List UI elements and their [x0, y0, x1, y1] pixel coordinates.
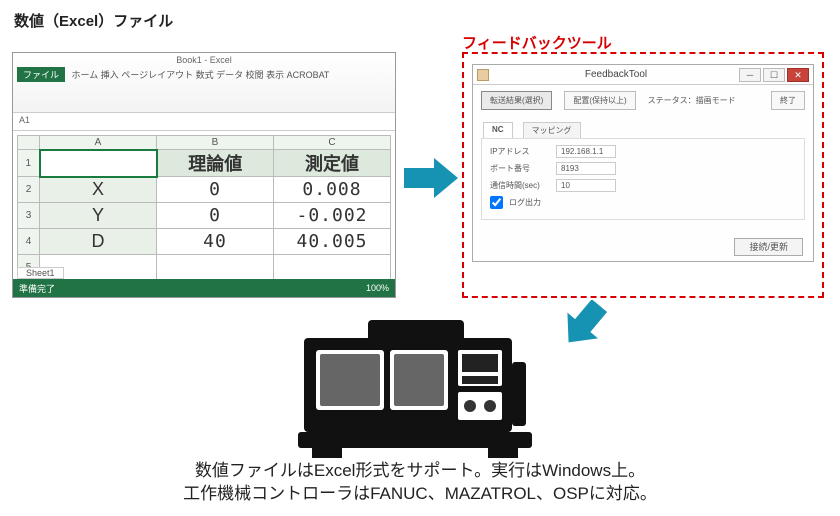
row-head-1[interactable]: 1 — [18, 150, 40, 177]
fb-timeout-label: 通信時間(sec) — [490, 180, 550, 191]
excel-zoom[interactable]: 100% — [366, 283, 389, 293]
row-head-3[interactable]: 3 — [18, 203, 40, 229]
cell-C4[interactable]: 40.005 — [274, 229, 391, 255]
cell-B1[interactable]: 理論値 — [157, 150, 274, 177]
fb-measure-button[interactable]: 配置(保持以上) — [564, 91, 635, 110]
excel-ribbon: Book1 - Excel ファイル ホーム 挿入 ページレイアウト 数式 デー… — [13, 53, 395, 113]
fb-tab-nc[interactable]: NC — [483, 122, 513, 138]
excel-sheet[interactable]: A B C 1 理論値 測定値 2 X 0 0.008 3 Y 0 -0.002 — [17, 135, 391, 281]
caption-line-2: 工作機械コントローラはFANUC、MAZATROL、OSPに対応。 — [0, 483, 840, 506]
window-minimize-icon[interactable]: ─ — [739, 68, 761, 82]
fb-tabs: NC マッピング — [473, 116, 813, 138]
feedback-tool-window: FeedbackTool ─ ☐ ✕ 転送結果(選択) 配置(保持以上) ステー… — [472, 64, 814, 262]
fb-ip-label: IPアドレス — [490, 146, 550, 157]
fb-top-close-button[interactable]: 終了 — [771, 91, 805, 110]
arrow-right-icon — [404, 158, 458, 198]
cell-C2[interactable]: 0.008 — [274, 177, 391, 203]
sheet-corner[interactable] — [18, 136, 40, 150]
cell-C3[interactable]: -0.002 — [274, 203, 391, 229]
fb-app-icon — [477, 69, 489, 81]
cell-A3[interactable]: Y — [40, 203, 157, 229]
fb-param-area: IPアドレス 192.168.1.1 ポート番号 8193 通信時間(sec) … — [481, 138, 805, 220]
label-excel-file: 数値（Excel）ファイル — [14, 10, 173, 31]
excel-ribbon-tabs[interactable]: ホーム 挿入 ページレイアウト 数式 データ 校閲 表示 ACROBAT — [72, 70, 330, 80]
cell-A1[interactable] — [40, 150, 157, 177]
fb-log-checkbox[interactable] — [490, 196, 503, 209]
window-close-icon[interactable]: ✕ — [787, 68, 809, 82]
excel-app-title: Book1 - Excel — [176, 55, 232, 65]
fb-send-button[interactable]: 転送結果(選択) — [481, 91, 552, 110]
fb-log-label: ログ出力 — [509, 197, 541, 208]
col-head-C[interactable]: C — [274, 136, 391, 150]
cell-B3[interactable]: 0 — [157, 203, 274, 229]
cell-B5[interactable] — [157, 255, 274, 281]
fb-titlebar: FeedbackTool ─ ☐ ✕ — [473, 65, 813, 85]
fb-timeout-input[interactable]: 10 — [556, 179, 616, 192]
feedback-tool-frame: FeedbackTool ─ ☐ ✕ 転送結果(選択) 配置(保持以上) ステー… — [462, 52, 824, 298]
caption-line-1: 数値ファイルはExcel形式をサポート。実行はWindows上。 — [0, 460, 840, 483]
row-head-2[interactable]: 2 — [18, 177, 40, 203]
window-maximize-icon[interactable]: ☐ — [763, 68, 785, 82]
fb-connect-button[interactable]: 接続/更新 — [734, 238, 803, 256]
cell-C1[interactable]: 測定値 — [274, 150, 391, 177]
col-head-B[interactable]: B — [157, 136, 274, 150]
fb-port-label: ポート番号 — [490, 163, 550, 174]
fb-tab-mapping[interactable]: マッピング — [523, 122, 581, 138]
label-feedback-tool: フィードバックツール — [462, 32, 612, 53]
cell-A4[interactable]: D — [40, 229, 157, 255]
caption-text: 数値ファイルはExcel形式をサポート。実行はWindows上。 工作機械コント… — [0, 460, 840, 506]
fb-window-title: FeedbackTool — [495, 69, 737, 80]
cell-A2[interactable]: X — [40, 177, 157, 203]
fb-toolbar: 転送結果(選択) 配置(保持以上) ステータス：描画モード 終了 — [473, 85, 813, 116]
excel-window: Book1 - Excel ファイル ホーム 挿入 ページレイアウト 数式 デー… — [12, 52, 396, 298]
cnc-machine-icon — [298, 320, 532, 460]
fb-ip-input[interactable]: 192.168.1.1 — [556, 145, 616, 158]
fb-port-input[interactable]: 8193 — [556, 162, 616, 175]
cell-B4[interactable]: 40 — [157, 229, 274, 255]
cell-B2[interactable]: 0 — [157, 177, 274, 203]
excel-status-left: 準備完了 — [19, 282, 55, 295]
row-head-4[interactable]: 4 — [18, 229, 40, 255]
excel-name-box[interactable]: A1 — [13, 113, 395, 131]
cell-C5[interactable] — [274, 255, 391, 281]
excel-sheet-tab[interactable]: Sheet1 — [17, 267, 64, 279]
excel-file-tab[interactable]: ファイル — [17, 67, 65, 82]
excel-status-bar: 準備完了 100% — [13, 279, 395, 297]
col-head-A[interactable]: A — [40, 136, 157, 150]
arrow-down-right-icon — [560, 300, 608, 348]
fb-status-text: ステータス：描画モード — [648, 95, 736, 106]
